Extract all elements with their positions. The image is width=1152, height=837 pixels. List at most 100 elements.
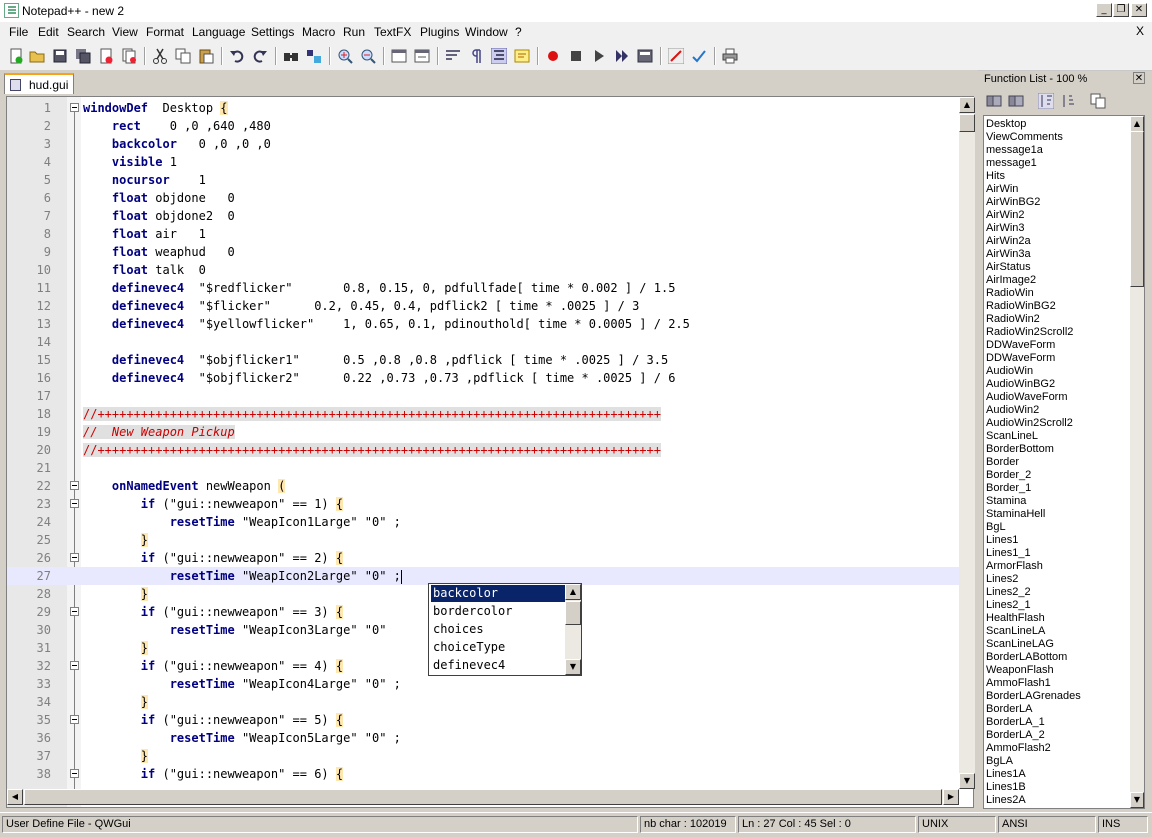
function-list-item[interactable]: AirWin2 — [986, 209, 1025, 222]
function-list-item[interactable]: AirWin — [986, 183, 1018, 196]
expand-all-icon[interactable] — [986, 93, 1002, 109]
menu-run[interactable]: Run — [343, 25, 365, 39]
sync-horizontal-icon[interactable] — [414, 48, 430, 64]
sync-vertical-icon[interactable] — [391, 48, 407, 64]
function-list-item[interactable]: BorderLA_1 — [986, 716, 1045, 729]
menu-format[interactable]: Format — [146, 25, 184, 39]
autocomplete-item[interactable]: bordercolor — [431, 603, 565, 620]
code-line[interactable]: 8 float air 1 — [7, 225, 959, 243]
code-line[interactable]: 16 definevec4 "$objflicker2" 0.22 ,0.73 … — [7, 369, 959, 387]
maximize-button[interactable]: ❐ — [1113, 3, 1129, 17]
minimize-button[interactable]: _ — [1096, 3, 1112, 17]
code-line[interactable]: 9 float weaphud 0 — [7, 243, 959, 261]
menu-edit[interactable]: Edit — [38, 25, 59, 39]
function-list-item[interactable]: BgL — [986, 521, 1006, 534]
indent-guide-icon[interactable] — [491, 48, 507, 64]
undo-icon[interactable] — [229, 48, 245, 64]
code-line[interactable]: 15 definevec4 "$objflicker1" 0.5 ,0.8 ,0… — [7, 351, 959, 369]
fold-toggle-icon[interactable] — [70, 553, 79, 562]
function-list-item[interactable]: ScanLineLAG — [986, 638, 1054, 651]
function-list-item[interactable]: AudioWin2 — [986, 404, 1039, 417]
function-list-item[interactable]: Desktop — [986, 118, 1026, 131]
menu-settings[interactable]: Settings — [251, 25, 294, 39]
autocomplete-item[interactable]: backcolor — [431, 585, 565, 602]
menu-view[interactable]: View — [112, 25, 138, 39]
code-line[interactable]: 7 float objdone2 0 — [7, 207, 959, 225]
cut-icon[interactable] — [152, 48, 168, 64]
code-line[interactable]: 21 — [7, 459, 959, 477]
function-list-item[interactable]: message1a — [986, 144, 1043, 157]
scroll-up-button[interactable]: ▲ — [565, 584, 581, 600]
code-editor[interactable]: 1 windowDef Desktop {2 rect 0 ,0 ,640 ,48… — [6, 96, 975, 808]
code-line[interactable]: 10 float talk 0 — [7, 261, 959, 279]
code-line[interactable]: 36 resetTime "WeapIcon5Large" "0" ; — [7, 729, 959, 747]
save-macro-icon[interactable] — [637, 48, 653, 64]
code-line[interactable]: 38 if ("gui::newweapon" == 6) { — [7, 765, 959, 783]
scroll-up-button[interactable]: ▲ — [959, 97, 975, 113]
scroll-down-button[interactable]: ▼ — [959, 773, 975, 789]
menu-search[interactable]: Search — [67, 25, 105, 39]
menu-textfx[interactable]: TextFX — [374, 25, 411, 39]
function-list-item[interactable]: AirWin3a — [986, 248, 1031, 261]
code-line[interactable]: 20 //++++++++++++++++++++++++++++++++++++… — [7, 441, 959, 459]
horizontal-scroll-thumb[interactable] — [24, 789, 942, 805]
menu-plugins[interactable]: Plugins — [420, 25, 459, 39]
print-icon[interactable] — [722, 48, 738, 64]
scroll-left-button[interactable]: ◀ — [7, 789, 23, 805]
function-list-item[interactable]: message1 — [986, 157, 1037, 170]
function-list-close-button[interactable]: ✕ — [1133, 72, 1145, 84]
scroll-thumb[interactable] — [1130, 131, 1144, 287]
menu-file[interactable]: File — [9, 25, 28, 39]
function-list-item[interactable]: AudioWaveForm — [986, 391, 1068, 404]
menu-window[interactable]: Window — [465, 25, 508, 39]
autocomplete-scrollbar[interactable]: ▲ ▼ — [565, 584, 581, 675]
function-list-item[interactable]: Lines1A — [986, 768, 1026, 781]
code-line[interactable]: 3 backcolor 0 ,0 ,0 ,0 — [7, 135, 959, 153]
scroll-up-button[interactable]: ▲ — [1130, 116, 1144, 132]
user-lang-icon[interactable] — [514, 48, 530, 64]
close-button[interactable]: ✕ — [1131, 3, 1147, 17]
function-list-item[interactable]: Lines2 — [986, 573, 1018, 586]
scroll-thumb[interactable] — [959, 114, 975, 132]
scroll-down-button[interactable]: ▼ — [565, 659, 581, 675]
code-line[interactable]: 18 //++++++++++++++++++++++++++++++++++++… — [7, 405, 959, 423]
function-list-item[interactable]: DDWaveForm — [986, 352, 1055, 365]
record-macro-icon[interactable] — [545, 48, 561, 64]
function-list-item[interactable]: Lines1_1 — [986, 547, 1031, 560]
function-list-item[interactable]: DDWaveForm — [986, 339, 1055, 352]
function-list-item[interactable]: Lines2_2 — [986, 586, 1031, 599]
function-list-item[interactable]: ScanLineLA — [986, 625, 1045, 638]
copy-list-icon[interactable] — [1090, 93, 1106, 109]
code-area[interactable]: 1 windowDef Desktop {2 rect 0 ,0 ,640 ,48… — [7, 97, 959, 789]
code-line[interactable]: 37 } — [7, 747, 959, 765]
open-file-icon[interactable] — [29, 48, 45, 64]
function-list-item[interactable]: AirWin2a — [986, 235, 1031, 248]
collapse-all-icon[interactable] — [1008, 93, 1024, 109]
code-line[interactable]: 14 — [7, 333, 959, 351]
fold-toggle-icon[interactable] — [70, 607, 79, 616]
code-line[interactable]: 2 rect 0 ,0 ,640 ,480 — [7, 117, 959, 135]
autocomplete-popup[interactable]: backcolor bordercolor choices choiceType… — [428, 583, 582, 676]
function-list-item[interactable]: BorderLABottom — [986, 651, 1067, 664]
function-list-item[interactable]: AirImage2 — [986, 274, 1036, 287]
autocomplete-item[interactable]: definevec4 — [431, 657, 565, 674]
run-macro-multiple-icon[interactable] — [614, 48, 630, 64]
function-list-item[interactable]: AudioWinBG2 — [986, 378, 1055, 391]
code-line[interactable]: 26 if ("gui::newweapon" == 2) { — [7, 549, 959, 567]
fold-toggle-icon[interactable] — [70, 715, 79, 724]
function-list-item[interactable]: ScanLineL — [986, 430, 1038, 443]
function-list-item[interactable]: BorderLAGrenades — [986, 690, 1081, 703]
code-line[interactable]: 6 float objdone 0 — [7, 189, 959, 207]
zoom-in-icon[interactable] — [337, 48, 353, 64]
code-line[interactable]: 13 definevec4 "$yellowflicker" 1, 0.65, … — [7, 315, 959, 333]
close-document-button[interactable]: X — [1136, 24, 1144, 38]
copy-icon[interactable] — [175, 48, 191, 64]
menu-help[interactable]: ? — [515, 25, 522, 39]
editor-horizontal-scrollbar[interactable]: ◀ ▶ — [7, 789, 959, 805]
function-list-item[interactable]: RadioWin — [986, 287, 1034, 300]
fold-toggle-icon[interactable] — [70, 499, 79, 508]
function-list-item[interactable]: AudioWin2Scroll2 — [986, 417, 1073, 430]
fold-toggle-icon[interactable] — [70, 661, 79, 670]
spell-check-icon[interactable] — [691, 48, 707, 64]
function-list-item[interactable]: BorderLA_2 — [986, 729, 1045, 742]
